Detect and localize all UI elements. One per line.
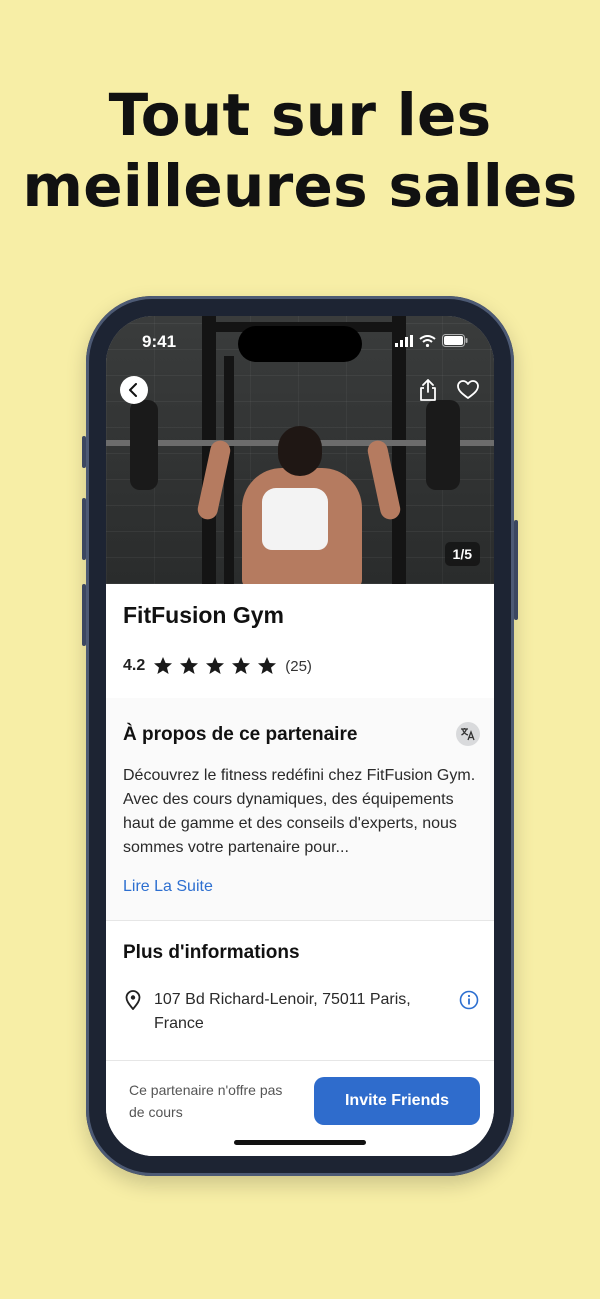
signal-icon bbox=[395, 334, 413, 347]
translate-icon bbox=[461, 728, 475, 741]
home-indicator[interactable] bbox=[234, 1140, 366, 1145]
share-button[interactable] bbox=[416, 378, 440, 402]
star-icon bbox=[154, 657, 173, 674]
favorite-button[interactable] bbox=[456, 378, 480, 402]
rack-post-right bbox=[392, 316, 406, 584]
rating-value: 4.2 bbox=[123, 657, 146, 674]
address-text: 107 Bd Richard-Lenoir, 75011 Paris, Fran… bbox=[154, 991, 411, 1032]
section-divider bbox=[106, 920, 494, 921]
headline-line-1: Tout sur les bbox=[108, 81, 492, 149]
status-time: 9:41 bbox=[142, 332, 177, 351]
photo-page-indicator: 1/5 bbox=[444, 542, 480, 566]
dynamic-island bbox=[238, 326, 362, 362]
no-classes-notice: Ce partenaire n'offre pas de cours bbox=[129, 1082, 283, 1120]
star-icon bbox=[232, 657, 251, 674]
gym-name: FitFusion Gym bbox=[123, 602, 284, 628]
star-icon bbox=[206, 657, 225, 674]
back-arrow-icon bbox=[129, 383, 137, 397]
share-icon bbox=[420, 379, 436, 401]
translate-button[interactable] bbox=[456, 722, 480, 746]
athlete-head bbox=[278, 426, 322, 476]
phone-side-button bbox=[82, 436, 86, 468]
phone-volume-down-button bbox=[82, 584, 86, 646]
back-button[interactable] bbox=[120, 376, 148, 404]
about-section: À propos de ce partenaire Découvrez le f… bbox=[106, 698, 494, 920]
invite-friends-button[interactable]: Invite Friends bbox=[314, 1077, 480, 1125]
more-info-title: Plus d'informations bbox=[123, 942, 300, 963]
battery-icon bbox=[442, 334, 468, 347]
heart-icon bbox=[457, 380, 479, 399]
phone-volume-up-button bbox=[82, 498, 86, 560]
headline-line-2: meilleures salles bbox=[22, 152, 578, 220]
wifi-icon bbox=[419, 334, 436, 347]
info-icon[interactable] bbox=[459, 990, 479, 1010]
athlete-top bbox=[262, 488, 328, 550]
read-more-link[interactable]: Lire La Suite bbox=[123, 878, 213, 896]
star-icon bbox=[180, 657, 199, 674]
review-count: (25) bbox=[285, 657, 312, 675]
location-pin-icon bbox=[125, 990, 141, 1010]
about-description: Découvrez le fitness redéfini chez FitFu… bbox=[123, 767, 476, 856]
star-icon bbox=[258, 657, 277, 674]
phone-screen: 9:41 1/5 FitFusion Gym 4.2 (25) À propos… bbox=[106, 316, 494, 1156]
status-icons bbox=[395, 334, 468, 347]
weight-plate-left bbox=[130, 400, 158, 490]
rating-row[interactable]: 4.2 (25) bbox=[123, 656, 312, 676]
gym-photo[interactable]: 9:41 1/5 bbox=[106, 316, 494, 584]
weight-plate-right bbox=[426, 400, 460, 490]
about-title: À propos de ce partenaire bbox=[123, 724, 358, 745]
phone-power-button bbox=[514, 520, 518, 620]
headline: Tout sur les meilleures salles bbox=[0, 80, 600, 222]
